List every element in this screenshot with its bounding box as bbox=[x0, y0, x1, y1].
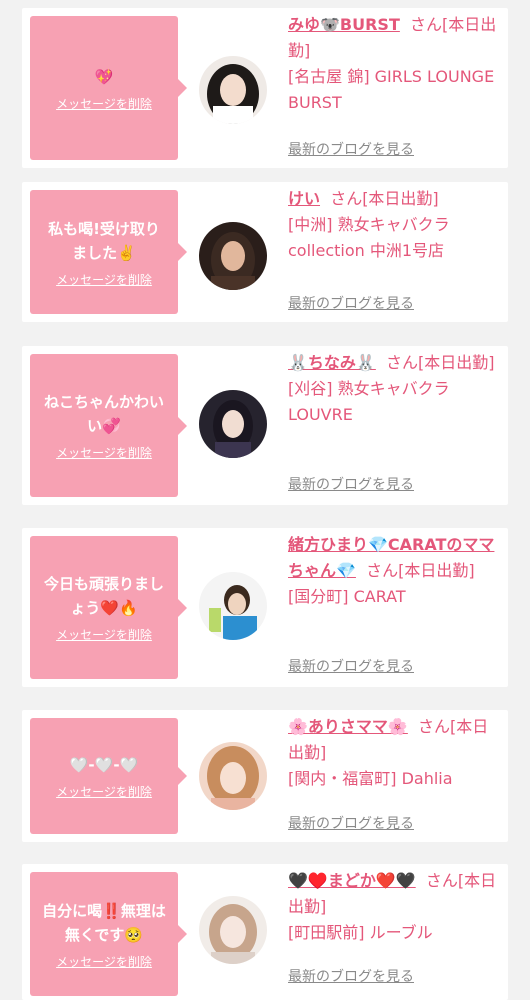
latest-blog-link[interactable]: 最新のブログを見る bbox=[288, 139, 414, 159]
latest-blog-link[interactable]: 最新のブログを見る bbox=[288, 656, 414, 676]
message-text: ねこちゃんかわいい💞 bbox=[43, 393, 164, 435]
woman-portrait-icon bbox=[199, 742, 267, 810]
message-text: 私も喝!受け取りました✌️ bbox=[48, 219, 160, 262]
woman-portrait-icon bbox=[199, 222, 267, 290]
latest-blog-link[interactable]: 最新のブログを見る bbox=[288, 474, 414, 494]
delete-message-link[interactable]: メッセージを削除 bbox=[56, 626, 152, 643]
message-text: 自分に喝‼️無理は無くです🥺 bbox=[42, 901, 166, 944]
delete-message-link[interactable]: メッセージを削除 bbox=[56, 95, 152, 112]
cast-info: 🌸ありさママ🌸 さん[本日出勤] [関内・福富町] Dahlia bbox=[288, 714, 500, 792]
delete-message-link[interactable]: メッセージを削除 bbox=[56, 953, 152, 970]
latest-blog-link[interactable]: 最新のブログを見る bbox=[288, 813, 414, 833]
shop-name: [中洲] 熟女キャバクラcollection 中洲1号店 bbox=[288, 215, 450, 260]
cast-name-link[interactable]: けい bbox=[288, 189, 320, 208]
message-card: 今日も頑張りましょう❤️🔥 メッセージを削除 緒方ひまり💎CARATのママちゃん… bbox=[22, 528, 508, 687]
message-card: 🤍-🤍-🤍 メッセージを削除 🌸ありさママ🌸 さん[本日出勤] [関内・福富町]… bbox=[22, 710, 508, 842]
status-text: さん[本日出勤] bbox=[366, 561, 475, 580]
cast-info: みゆ🐨BURST さん[本日出勤] [名古屋 錦] GIRLS LOUNGE B… bbox=[288, 12, 500, 116]
message-card: ねこちゃんかわいい💞 メッセージを削除 🐰ちなみ🐰 さん[本日出勤] [刈谷] … bbox=[22, 346, 508, 505]
woman-portrait-icon bbox=[199, 896, 267, 964]
avatar[interactable] bbox=[199, 222, 267, 290]
shop-name: [刈谷] 熟女キャバクラLOUVRE bbox=[288, 379, 450, 424]
avatar[interactable] bbox=[199, 390, 267, 458]
cast-info: 🐰ちなみ🐰 さん[本日出勤] [刈谷] 熟女キャバクラLOUVRE bbox=[288, 350, 500, 428]
avatar[interactable] bbox=[199, 56, 267, 124]
shop-name: [町田駅前] ルーブル bbox=[288, 923, 433, 942]
message-text: 💖 bbox=[94, 67, 114, 86]
status-text: さん[本日出勤] bbox=[386, 353, 495, 372]
avatar[interactable] bbox=[199, 572, 267, 640]
cast-name-link[interactable]: みゆ🐨BURST bbox=[288, 15, 400, 34]
message-card: 私も喝!受け取りました✌️ メッセージを削除 けい さん[本日出勤] [中洲] … bbox=[22, 182, 508, 322]
cast-name-link[interactable]: 🖤♥️まどか❤️🖤 bbox=[288, 871, 416, 890]
cast-info: 🖤♥️まどか❤️🖤 さん[本日出勤] [町田駅前] ルーブル bbox=[288, 868, 500, 946]
cast-info: けい さん[本日出勤] [中洲] 熟女キャバクラcollection 中洲1号店 bbox=[288, 186, 500, 264]
woman-portrait-icon bbox=[199, 390, 267, 458]
message-card: 💖 メッセージを削除 みゆ🐨BURST さん[本日出勤] [名古屋 錦] GIR… bbox=[22, 8, 508, 168]
message-text: 今日も頑張りましょう❤️🔥 bbox=[43, 575, 164, 617]
message-text: 🤍-🤍-🤍 bbox=[69, 755, 139, 774]
delete-message-link[interactable]: メッセージを削除 bbox=[56, 444, 152, 461]
cast-name-link[interactable]: 🐰ちなみ🐰 bbox=[288, 353, 376, 372]
message-bubble: 自分に喝‼️無理は無くです🥺 メッセージを削除 bbox=[30, 872, 187, 996]
cast-name-link[interactable]: 🌸ありさママ🌸 bbox=[288, 717, 408, 736]
message-card: 自分に喝‼️無理は無くです🥺 メッセージを削除 🖤♥️まどか❤️🖤 さん[本日出… bbox=[22, 864, 508, 1000]
message-bubble: 🤍-🤍-🤍 メッセージを削除 bbox=[30, 718, 187, 834]
avatar[interactable] bbox=[199, 896, 267, 964]
status-text: さん[本日出勤] bbox=[330, 189, 439, 208]
cast-info: 緒方ひまり💎CARATのママちゃん💎 さん[本日出勤] [国分町] CARAT bbox=[288, 532, 500, 610]
message-bubble: 私も喝!受け取りました✌️ メッセージを削除 bbox=[30, 190, 187, 314]
woman-portrait-icon bbox=[199, 572, 267, 640]
shop-name: [名古屋 錦] GIRLS LOUNGE BURST bbox=[288, 67, 495, 112]
message-bubble: 💖 メッセージを削除 bbox=[30, 16, 187, 160]
delete-message-link[interactable]: メッセージを削除 bbox=[56, 271, 152, 288]
message-bubble: 今日も頑張りましょう❤️🔥 メッセージを削除 bbox=[30, 536, 187, 679]
avatar[interactable] bbox=[199, 742, 267, 810]
woman-portrait-icon bbox=[199, 56, 267, 124]
shop-name: [関内・福富町] Dahlia bbox=[288, 769, 453, 788]
message-list: 💖 メッセージを削除 みゆ🐨BURST さん[本日出勤] [名古屋 錦] GIR… bbox=[0, 0, 530, 1000]
latest-blog-link[interactable]: 最新のブログを見る bbox=[288, 293, 414, 313]
delete-message-link[interactable]: メッセージを削除 bbox=[56, 783, 152, 800]
latest-blog-link[interactable]: 最新のブログを見る bbox=[288, 966, 414, 986]
message-bubble: ねこちゃんかわいい💞 メッセージを削除 bbox=[30, 354, 187, 497]
shop-name: [国分町] CARAT bbox=[288, 587, 406, 606]
